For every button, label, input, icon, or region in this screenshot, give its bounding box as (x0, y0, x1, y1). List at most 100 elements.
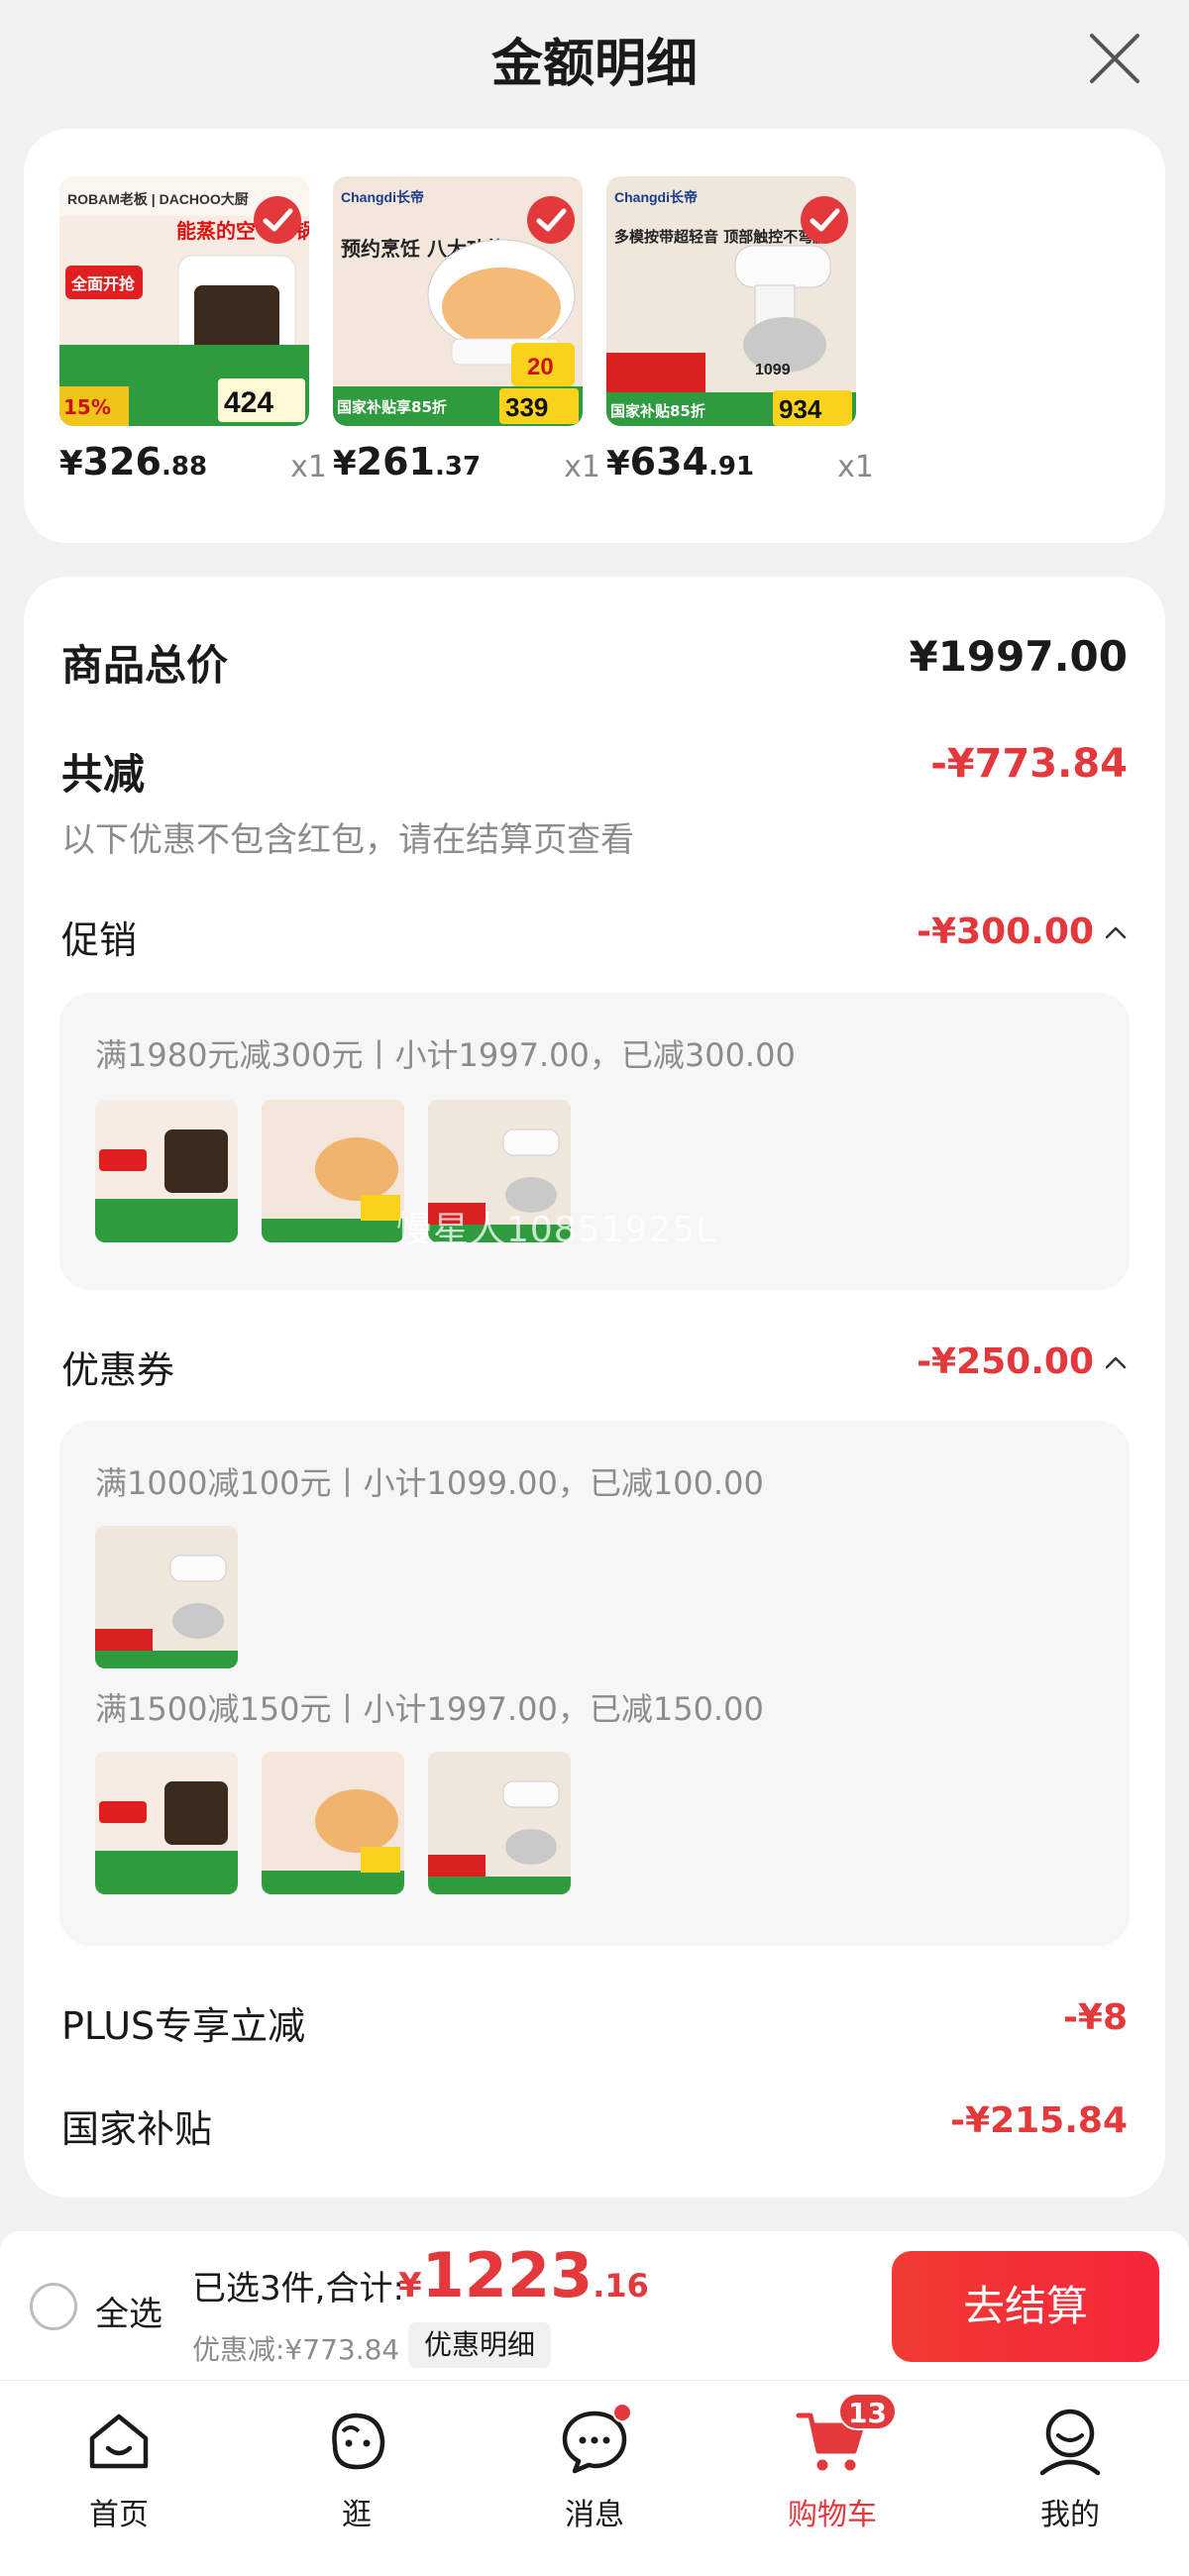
promo-label: 促销 (61, 918, 138, 962)
brand-text: ROBAM老板 | DACHOO大厨 (67, 191, 249, 207)
coupon-products-1 (95, 1526, 238, 1668)
reduce-note: 以下优惠不包含红包，请在结算页查看 (61, 812, 1128, 861)
nav-label: 首页 (89, 2498, 149, 2532)
amount-details-card: 商品总价 ¥1997.00 共减 -¥773.84 以下优惠不包含红包，请在结算… (24, 577, 1165, 2198)
reduce-note-text: 以下优惠不包含红包，请在结算页查看 (61, 820, 634, 860)
coupon-detail-text-2: 满1500减150元丨小计1997.00，已减150.00 (95, 1690, 764, 1728)
plus-label: PLUS专享立减 (61, 2004, 306, 2048)
cart-count-badge: 13 (838, 2393, 897, 2430)
nav-item-browse[interactable]: 逛 (277, 2401, 436, 2533)
message-icon (515, 2401, 674, 2482)
selected-check-icon (799, 194, 850, 246)
chevron-up-icon[interactable] (1104, 1354, 1128, 1370)
promo-price: 424 (224, 386, 273, 419)
nav-label: 逛 (342, 2498, 372, 2532)
product-thumbnail (262, 1100, 404, 1242)
profile-icon (991, 2401, 1149, 2482)
chevron-up-icon[interactable] (1104, 924, 1128, 940)
total-reduce-value: -¥773.84 (930, 741, 1128, 787)
header: 金额明细 (0, 0, 1189, 119)
nav-label: 购物车 (788, 2498, 877, 2532)
product-price: ¥634.91 (606, 440, 755, 483)
product-thumbnail (428, 1100, 571, 1242)
promo-pct: 1099 (755, 362, 791, 378)
browse-icon (277, 2401, 436, 2482)
badge-text: 全面开抢 (70, 274, 136, 293)
brand-text: Changdi长帝 (614, 189, 698, 205)
price-row: ¥634.91 x1 (606, 440, 874, 499)
promo-pct: 20 (527, 354, 554, 380)
page-title: 金额明细 (490, 35, 698, 94)
subsidy-row: 国家补贴 -¥215.84 (61, 2098, 1128, 2153)
bottom-nav: 首页 逛 消息 13 购物车 我的 (0, 2380, 1189, 2576)
product-thumbnail (95, 1526, 238, 1668)
product-image[interactable]: Changdi长帝 预约烹饪 八大功能 20 国家补贴享85折 339 (333, 176, 583, 426)
price-row: ¥326.88 x1 (59, 440, 327, 499)
price-row: ¥261.37 x1 (333, 440, 600, 499)
nav-item-cart[interactable]: 13 购物车 (753, 2393, 912, 2533)
coupon-label: 优惠券 (61, 1348, 175, 1392)
product-item[interactable]: Changdi长帝 预约烹饪 八大功能 20 国家补贴享85折 339 ¥261… (333, 176, 600, 499)
promo-detail-box: 满1980元减300元丨小计1997.00，已减300.00 (59, 993, 1130, 1290)
total-reduce-label: 共减 (61, 750, 146, 799)
promo-row[interactable]: 促销 -¥300.00 (61, 910, 1128, 964)
close-icon[interactable] (1082, 26, 1147, 91)
product-item[interactable]: Changdi长帝 多模按带超轻音 顶部触控不弯腰 1099 国家补贴85折 9… (606, 176, 874, 499)
plus-value: -¥8 (1062, 1997, 1128, 2038)
selected-summary: 已选3件,合计: (192, 2269, 404, 2308)
notification-dot (612, 2403, 632, 2422)
product-qty: x1 (564, 450, 600, 484)
product-image[interactable]: ROBAM老板 | DACHOO大厨 能蒸的空气炸锅 全面开抢 15% 424 (59, 176, 309, 426)
promo-price: 339 (505, 392, 548, 422)
discount-summary: 优惠减:¥773.84 (192, 2333, 400, 2366)
brand-text: Changdi长帝 (341, 189, 424, 205)
total-price-label: 商品总价 (61, 641, 229, 690)
checkout-bar: 全选 已选3件,合计: ¥1223.16 优惠减:¥773.84 优惠明细 去结… (0, 2231, 1189, 2380)
home-icon (40, 2401, 198, 2482)
product-thumbnail (428, 1752, 571, 1894)
nav-label: 我的 (1040, 2498, 1100, 2532)
product-thumbnail (95, 1100, 238, 1242)
product-thumbnail (95, 1752, 238, 1894)
products-card: ROBAM老板 | DACHOO大厨 能蒸的空气炸锅 全面开抢 15% 424 … (24, 129, 1165, 543)
subsidy-value: -¥215.84 (950, 2100, 1128, 2141)
nav-item-home[interactable]: 首页 (40, 2401, 198, 2533)
coupon-amount: -¥250.00 (917, 1342, 1094, 1382)
product-item[interactable]: ROBAM老板 | DACHOO大厨 能蒸的空气炸锅 全面开抢 15% 424 … (59, 176, 327, 499)
product-qty: x1 (290, 450, 327, 484)
total-reduce-row: 共减 -¥773.84 (61, 741, 1128, 802)
promo-price: 934 (779, 394, 822, 424)
total-price-value: ¥1997.00 (909, 632, 1128, 681)
product-price: ¥326.88 (59, 440, 208, 483)
product-qty: x1 (837, 450, 874, 484)
subsidy-label: 国家补贴 (61, 2107, 213, 2151)
total-price-row: 商品总价 ¥1997.00 (61, 632, 1128, 693)
coupon-detail-box: 满1000减100元丨小计1099.00，已减100.00 满1500减150元… (59, 1421, 1130, 1946)
badge-text: 国家补贴85折 (610, 402, 705, 420)
coupon-detail-text-1: 满1000减100元丨小计1099.00，已减100.00 (95, 1464, 764, 1502)
discount-detail-button[interactable]: 优惠明细 (408, 2322, 552, 2368)
cart-icon: 13 (753, 2393, 912, 2482)
promo-products (95, 1100, 571, 1242)
selected-check-icon (525, 194, 577, 246)
coupon-products-2 (95, 1752, 571, 1894)
select-all-checkbox[interactable] (30, 2283, 77, 2330)
product-image[interactable]: Changdi长帝 多模按带超轻音 顶部触控不弯腰 1099 国家补贴85折 9… (606, 176, 856, 426)
coupon-row[interactable]: 优惠券 -¥250.00 (61, 1340, 1128, 1394)
nav-item-profile[interactable]: 我的 (991, 2401, 1149, 2533)
promo-detail-text: 满1980元减300元丨小计1997.00，已减300.00 (95, 1036, 796, 1074)
select-all-label[interactable]: 全选 (95, 2287, 162, 2335)
promo-value[interactable]: -¥300.00 (917, 912, 1128, 952)
product-price: ¥261.37 (333, 440, 482, 483)
nav-label: 消息 (565, 2498, 624, 2532)
badge-text: 国家补贴享85折 (337, 398, 447, 416)
nav-item-messages[interactable]: 消息 (515, 2401, 674, 2533)
headline-text: 多模按带超轻音 顶部触控不弯腰 (614, 228, 827, 246)
promo-amount: -¥300.00 (917, 912, 1094, 952)
checkout-total: ¥1223.16 (398, 2239, 649, 2311)
product-thumbnail (262, 1752, 404, 1894)
coupon-value[interactable]: -¥250.00 (917, 1342, 1128, 1382)
checkout-button[interactable]: 去结算 (892, 2251, 1159, 2362)
promo-pct: 15% (63, 395, 111, 419)
plus-row: PLUS专享立减 -¥8 (61, 1995, 1128, 2050)
